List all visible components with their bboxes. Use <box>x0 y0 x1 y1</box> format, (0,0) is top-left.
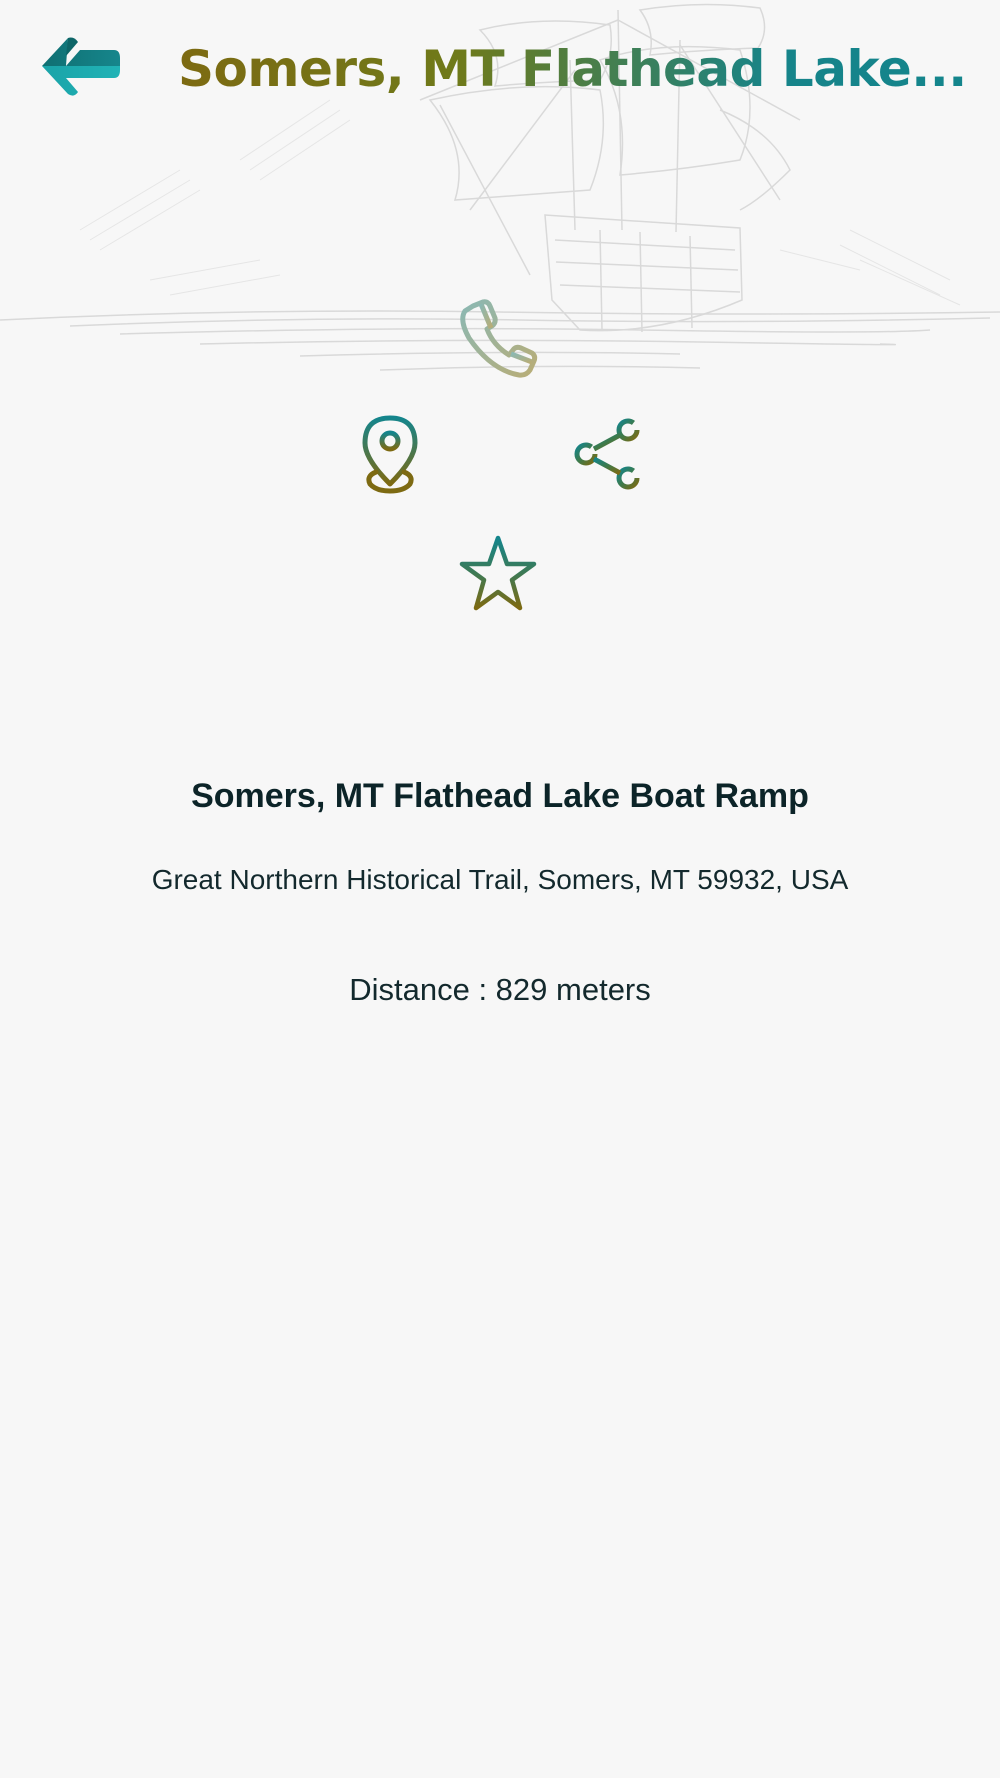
app-header: Somers, MT Flathead Lake... <box>0 0 1000 140</box>
place-name: Somers, MT Flathead Lake Boat Ramp <box>191 777 809 815</box>
favorite-button[interactable] <box>456 532 540 616</box>
map-pin-icon <box>362 415 418 494</box>
back-arrow-icon <box>42 37 120 96</box>
place-address: Great Northern Historical Trail, Somers,… <box>151 864 849 895</box>
location-button[interactable] <box>352 414 428 494</box>
place-distance: Distance : 829 meters <box>349 972 651 1007</box>
phone-icon <box>460 299 538 378</box>
call-button[interactable] <box>455 298 539 382</box>
page-title: Somers, MT Flathead Lake... <box>178 36 978 102</box>
star-icon <box>459 535 537 611</box>
place-detail-screen: Somers, MT Flathead Lake... Somers, MT F… <box>0 0 1000 1778</box>
back-button[interactable] <box>40 34 120 100</box>
share-icon <box>574 418 640 490</box>
share-button[interactable] <box>570 414 646 494</box>
